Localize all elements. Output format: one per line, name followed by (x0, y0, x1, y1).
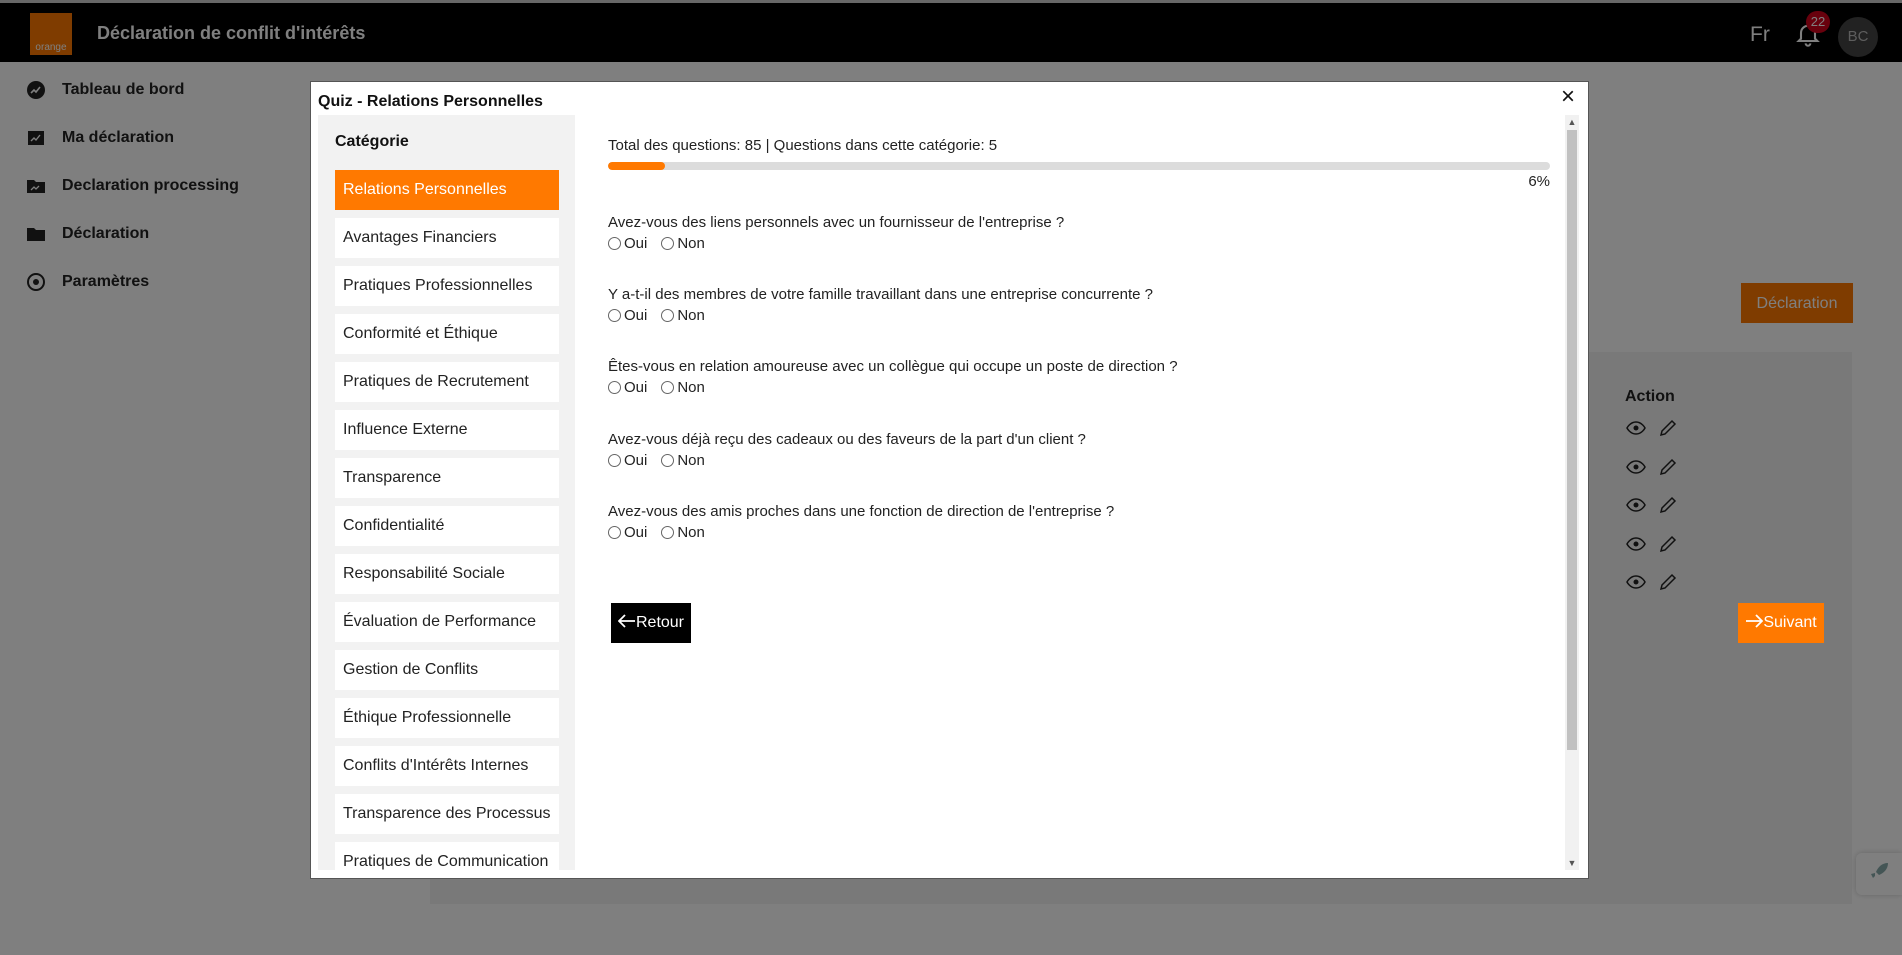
modal-title: Quiz - Relations Personnelles (318, 93, 543, 110)
progress-percentage: 6% (1528, 173, 1550, 190)
option-no[interactable]: Non (661, 524, 705, 541)
back-button-label: Retour (635, 614, 685, 631)
category-item[interactable]: Pratiques Professionnelles (335, 266, 559, 306)
question-count-info: Total des questions: 85 | Questions dans… (608, 137, 998, 154)
option-label: Non (677, 307, 705, 324)
category-item[interactable]: Pratiques de Communication (335, 842, 559, 870)
category-item[interactable]: Éthique Professionnelle (335, 698, 559, 738)
scrollbar-thumb[interactable] (1567, 130, 1577, 750)
next-button-label: Suivant (1763, 614, 1817, 631)
radio-button[interactable] (608, 309, 621, 322)
option-label: Non (677, 379, 705, 396)
option-label: Non (677, 452, 705, 469)
scroll-down-arrow-icon[interactable]: ▼ (1565, 856, 1579, 870)
option-no[interactable]: Non (661, 235, 705, 252)
category-item[interactable]: Gestion de Conflits (335, 650, 559, 690)
answer-options: Oui Non (608, 307, 1153, 324)
option-label: Non (677, 235, 705, 252)
answer-options: Oui Non (608, 524, 1114, 541)
radio-button[interactable] (661, 454, 675, 467)
question-item: Y a-t-il des membres de votre famille tr… (608, 286, 1153, 324)
category-item[interactable]: Avantages Financiers (335, 218, 559, 258)
radio-button[interactable] (608, 526, 621, 539)
radio-button[interactable] (608, 381, 621, 394)
answer-options: Oui Non (608, 452, 1086, 469)
category-item[interactable]: Relations Personnelles (335, 170, 559, 210)
answer-options: Oui Non (608, 235, 1064, 252)
quiz-content: Total des questions: 85 | Questions dans… (598, 115, 1824, 870)
category-item[interactable]: Confidentialité (335, 506, 559, 546)
progress-bar (608, 162, 1550, 170)
option-yes[interactable]: Oui (608, 307, 647, 324)
category-item[interactable]: Conformité et Éthique (335, 314, 559, 354)
category-item[interactable]: Influence Externe (335, 410, 559, 450)
option-label: Oui (624, 379, 648, 396)
radio-button[interactable] (661, 526, 675, 539)
radio-button[interactable] (661, 309, 675, 322)
radio-button[interactable] (608, 237, 621, 250)
radio-button[interactable] (661, 381, 675, 394)
option-yes[interactable]: Oui (608, 524, 647, 541)
option-no[interactable]: Non (661, 379, 705, 396)
answer-options: Oui Non (608, 379, 1178, 396)
radio-button[interactable] (608, 454, 621, 467)
category-heading: Catégorie (335, 133, 409, 150)
question-text: Avez-vous des liens personnels avec un f… (608, 214, 1065, 231)
option-yes[interactable]: Oui (608, 452, 647, 469)
question-text: Êtes-vous en relation amoureuse avec un … (608, 358, 1178, 375)
question-text: Y a-t-il des membres de votre famille tr… (608, 286, 1153, 303)
option-no[interactable]: Non (661, 452, 705, 469)
category-item[interactable]: Transparence (335, 458, 559, 498)
progress-bar-fill (608, 162, 665, 170)
question-item: Êtes-vous en relation amoureuse avec un … (608, 358, 1178, 396)
arrow-right-icon (1745, 613, 1764, 633)
category-item[interactable]: Pratiques de Recrutement (335, 362, 559, 402)
question-text: Avez-vous déjà reçu des cadeaux ou des f… (608, 431, 1086, 448)
option-label: Oui (624, 452, 648, 469)
modal-scrollbar[interactable]: ▲ ▼ (1565, 115, 1579, 870)
category-item[interactable]: Responsabilité Sociale (335, 554, 559, 594)
radio-button[interactable] (661, 237, 675, 250)
quiz-modal: Quiz - Relations Personnelles × Catégori… (310, 81, 1824, 879)
question-item: Avez-vous des liens personnels avec un f… (608, 214, 1064, 252)
arrow-left-icon (617, 613, 636, 633)
option-label: Oui (624, 524, 648, 541)
category-panel: Catégorie Relations Personnelles Avantag… (318, 115, 575, 870)
option-label: Oui (624, 307, 648, 324)
category-item[interactable]: Conflits d'Intérêts Internes (335, 746, 559, 786)
scroll-up-arrow-icon[interactable]: ▲ (1565, 115, 1579, 129)
category-item[interactable]: Évaluation de Performance (335, 602, 559, 642)
category-item[interactable]: Transparence des Processus (335, 794, 559, 834)
question-item: Avez-vous des amis proches dans une fonc… (608, 503, 1114, 541)
option-label: Non (677, 524, 705, 541)
option-yes[interactable]: Oui (608, 379, 647, 396)
back-button[interactable]: Retour (611, 603, 691, 643)
option-no[interactable]: Non (661, 307, 705, 324)
option-label: Oui (624, 235, 648, 252)
next-button[interactable]: Suivant (1738, 603, 1824, 643)
option-yes[interactable]: Oui (608, 235, 647, 252)
question-item: Avez-vous déjà reçu des cadeaux ou des f… (608, 431, 1086, 469)
close-icon[interactable]: × (1556, 85, 1580, 109)
question-text: Avez-vous des amis proches dans une fonc… (608, 503, 1115, 520)
